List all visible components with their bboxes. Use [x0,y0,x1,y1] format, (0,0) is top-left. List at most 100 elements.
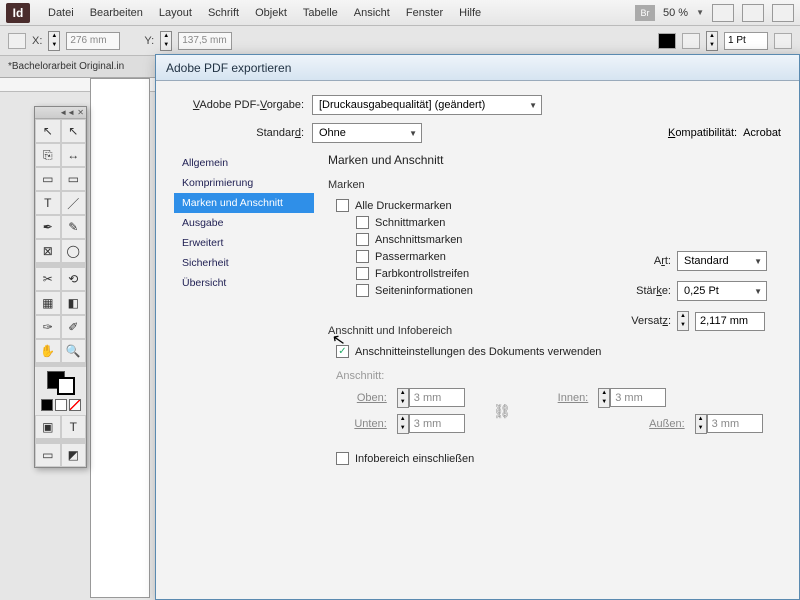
screen-mode-icon[interactable] [742,4,764,22]
content-collector-icon[interactable]: ▭ [35,167,61,191]
registration-marks-checkbox[interactable] [356,250,369,263]
stroke-style-icon[interactable] [774,33,792,49]
stroke-proxy-icon[interactable] [682,33,700,49]
y-spinner[interactable]: ▲▼ [160,31,172,51]
section-advanced[interactable]: Erweitert [174,233,314,253]
y-label: Y: [144,35,154,47]
offset-spinner[interactable]: ▲▼ [677,311,689,331]
color-bars-checkbox[interactable] [356,267,369,280]
section-marks-bleed[interactable]: Marken und Anschnitt [174,193,314,213]
mark-offset-input[interactable]: 2,117 mm [695,312,765,331]
bleed-marks-checkbox[interactable] [356,233,369,246]
note-tool-icon[interactable]: ✑ [35,315,61,339]
apply-gradient-icon[interactable] [55,399,67,411]
bleed-bottom-spinner: ▲▼ [397,414,409,434]
bleed-heading: Anschnitt: [336,370,781,382]
pen-tool-icon[interactable]: ✒ [35,215,61,239]
x-input[interactable] [66,32,120,50]
zoom-level[interactable]: 50 % [663,7,688,19]
apply-none-icon[interactable] [69,399,81,411]
bleed-inner-input: 3 mm [610,388,666,407]
preset-select[interactable]: [Druckausgabequalität] (geändert) [312,95,542,115]
zoom-tool-icon[interactable]: 🔍 [61,339,87,363]
selection-tool-icon[interactable]: ↖ [35,119,61,143]
content-placer-icon[interactable]: ▭ [61,167,87,191]
rectangle-frame-tool-icon[interactable]: ⊠ [35,239,61,263]
hand-tool-icon[interactable]: ✋ [35,339,61,363]
bleed-top-spinner: ▲▼ [397,388,409,408]
standard-select[interactable]: Ohne [312,123,422,143]
bridge-icon[interactable]: Br [635,5,655,21]
fill-proxy-icon[interactable] [658,33,676,49]
bleed-outer-input: 3 mm [707,414,763,433]
menu-layout[interactable]: Layout [151,7,200,19]
type-tool-icon[interactable]: T [35,191,61,215]
stroke-swatch-icon[interactable] [57,377,75,395]
reference-point-icon[interactable] [8,33,26,49]
menu-object[interactable]: Objekt [247,7,295,19]
section-output[interactable]: Ausgabe [174,213,314,233]
page-info-label: Seiteninformationen [375,285,473,297]
stroke-spinner[interactable]: ▲▼ [706,31,718,51]
control-panel: X: ▲▼ Y: ▲▼ ▲▼ [0,26,800,56]
dialog-section-list: Allgemein Komprimierung Marken und Ansch… [174,153,314,483]
color-bars-label: Farbkontrollstreifen [375,268,469,280]
bleed-bottom-input: 3 mm [409,414,465,433]
scissors-tool-icon[interactable]: ✂ [35,267,61,291]
gradient-feather-tool-icon[interactable]: ◧ [61,291,87,315]
section-compression[interactable]: Komprimierung [174,173,314,193]
menu-help[interactable]: Hilfe [451,7,489,19]
eyedropper-tool-icon[interactable]: ✐ [61,315,87,339]
compat-value[interactable]: Acrobat [743,127,781,139]
direct-selection-tool-icon[interactable]: ↖ [61,119,87,143]
ellipse-tool-icon[interactable]: ◯ [61,239,87,263]
slug-area-checkbox[interactable] [336,452,349,465]
arrange-icon[interactable] [772,4,794,22]
page-info-checkbox[interactable] [356,284,369,297]
chevron-down-icon[interactable]: ▼ [696,8,704,17]
crop-marks-checkbox[interactable] [356,216,369,229]
page-canvas[interactable] [90,78,150,598]
app-logo-icon: Id [6,3,30,23]
view-options-icon[interactable] [712,4,734,22]
link-bleed-icon: ⛓ [493,403,529,420]
gap-tool-icon[interactable]: ↔ [61,143,87,167]
menu-edit[interactable]: Bearbeiten [82,7,151,19]
line-tool-icon[interactable]: ／ [61,191,87,215]
formatting-container-icon[interactable]: ▣ [35,415,61,439]
page-tool-icon[interactable]: ⎘ [35,143,61,167]
menu-type[interactable]: Schrift [200,7,247,19]
stroke-weight-input[interactable] [724,32,768,50]
fill-stroke-swatch[interactable] [35,367,86,415]
normal-view-icon[interactable]: ▭ [35,443,61,467]
palette-header[interactable]: ◄◄ ✕ [35,107,86,119]
preview-view-icon[interactable]: ◩ [61,443,87,467]
crop-marks-label: Schnittmarken [375,217,445,229]
x-spinner[interactable]: ▲▼ [48,31,60,51]
section-general[interactable]: Allgemein [174,153,314,173]
pencil-tool-icon[interactable]: ✎ [61,215,87,239]
preset-label: VAdobe PDF-Vorgabe:Adobe PDF-Vorgabe: [174,99,304,111]
apply-color-icon[interactable] [41,399,53,411]
y-input[interactable] [178,32,232,50]
bleed-inner-label: Innen: [539,392,588,404]
section-summary[interactable]: Übersicht [174,273,314,293]
bleed-outer-label: Außen: [598,418,684,430]
formatting-text-icon[interactable]: T [61,415,87,439]
mark-type-label: Art: [621,255,671,267]
transform-tool-icon[interactable]: ⟲ [61,267,87,291]
all-marks-checkbox[interactable] [336,199,349,212]
section-security[interactable]: Sicherheit [174,253,314,273]
menu-file[interactable]: Datei [40,7,82,19]
menu-view[interactable]: Ansicht [346,7,398,19]
mark-weight-select[interactable]: 0,25 Pt [677,281,767,301]
use-doc-bleed-checkbox[interactable]: ✓ [336,345,349,358]
standard-label: Standard: [174,127,304,139]
dialog-title: Adobe PDF exportieren [156,55,799,81]
menu-window[interactable]: Fenster [398,7,451,19]
gradient-swatch-tool-icon[interactable]: ▦ [35,291,61,315]
mark-offset-label: Versatz: [621,315,671,327]
menu-table[interactable]: Tabelle [295,7,346,19]
mark-type-select[interactable]: Standard [677,251,767,271]
marks-group-title: Marken [328,179,781,191]
